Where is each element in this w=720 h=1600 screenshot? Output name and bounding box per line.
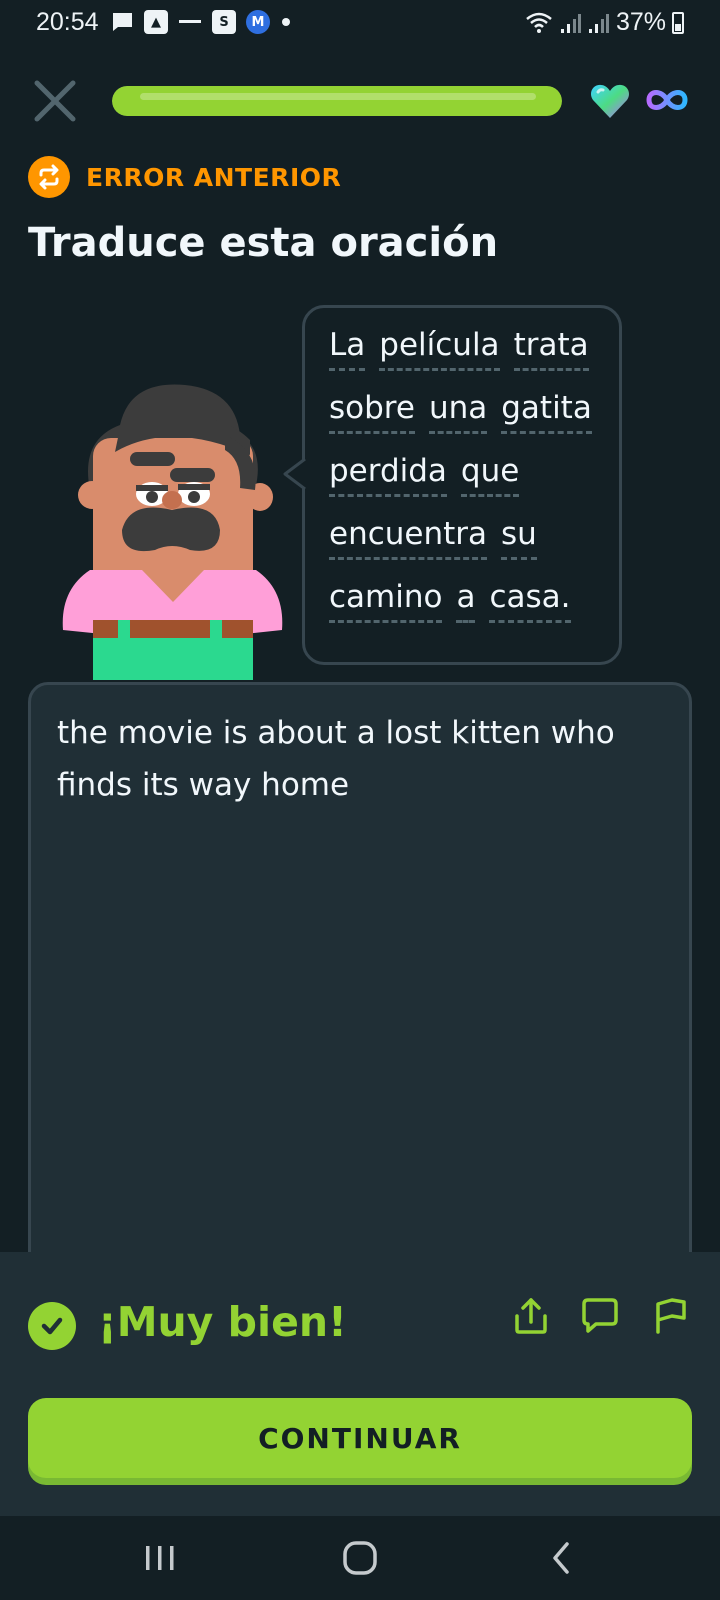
prompt-word[interactable]: una [428, 389, 488, 434]
prompt-word[interactable]: película [379, 326, 500, 371]
system-nav-bar [0, 1516, 720, 1600]
prompt-word[interactable]: perdida [329, 452, 447, 497]
recent-apps-icon[interactable] [140, 1540, 180, 1576]
speech-bubble: La película trata sobre una gatita perdida que e… [302, 305, 622, 665]
share-icon[interactable] [509, 1294, 553, 1338]
app-notification-icon: M [246, 10, 270, 34]
prompt-word[interactable]: a [456, 578, 476, 623]
status-bar: 20:54 ▲ S M 37% [0, 0, 720, 46]
back-icon[interactable] [543, 1540, 583, 1576]
comment-icon[interactable] [578, 1294, 622, 1338]
prompt-line: camino a casa. [329, 578, 592, 641]
dot-icon [282, 18, 290, 26]
signal-icon [588, 13, 609, 33]
prompt-word[interactable]: su [501, 515, 537, 560]
prompt-word[interactable]: camino [329, 578, 443, 623]
prompt-word[interactable]: La [329, 326, 366, 371]
lesson-progress-fill [112, 86, 562, 116]
previous-mistake-badge: ERROR ANTERIOR [28, 156, 341, 198]
repeat-icon [28, 156, 70, 198]
app-notification-icon [179, 20, 201, 23]
prompt-line: encuentra su [329, 515, 592, 578]
feedback-panel: ¡Muy bien! CONTINUAR [0, 1252, 720, 1516]
status-right: 37% [524, 8, 684, 37]
infinity-icon [646, 90, 688, 110]
feedback-title: ¡Muy bien! [98, 1298, 347, 1346]
close-icon[interactable] [32, 78, 78, 124]
prompt-word[interactable]: encuentra [329, 515, 488, 560]
prompt-line: perdida que [329, 452, 592, 515]
character-illustration [62, 384, 283, 680]
app-notification-icon: ▲ [144, 10, 168, 34]
speech-bubble-tail [283, 459, 306, 489]
prompt-line: La película trata [329, 326, 592, 389]
signal-icon [560, 13, 581, 33]
notification-icons: ▲ S M [110, 10, 292, 34]
prompt-word[interactable]: que [460, 452, 520, 497]
continue-button[interactable]: CONTINUAR [28, 1398, 692, 1478]
prompt-word[interactable]: sobre [329, 389, 415, 434]
prompt-sentence: La película trata sobre una gatita perdida que e… [329, 326, 592, 641]
report-flag-icon[interactable] [648, 1294, 692, 1338]
check-icon [28, 1302, 76, 1350]
message-icon [112, 13, 132, 31]
prompt-word[interactable]: trata [513, 326, 589, 371]
wifi-icon [526, 12, 552, 33]
previous-mistake-label: ERROR ANTERIOR [86, 162, 342, 192]
page-title: Traduce esta oración [28, 220, 499, 266]
battery-icon [672, 11, 684, 34]
app-notification-icon: S [212, 10, 236, 34]
battery-percent: 37% [615, 8, 666, 36]
prompt-word[interactable]: casa. [489, 578, 571, 623]
status-time: 20:54 [36, 8, 99, 36]
answer-text: the movie is about a lost kitten who fin… [57, 715, 615, 803]
prompt-word[interactable]: gatita [501, 389, 592, 434]
lesson-progress-bar [112, 86, 562, 116]
home-icon[interactable] [340, 1540, 380, 1576]
prompt-line: sobre una gatita [329, 389, 592, 452]
heart-icon[interactable] [590, 82, 630, 120]
